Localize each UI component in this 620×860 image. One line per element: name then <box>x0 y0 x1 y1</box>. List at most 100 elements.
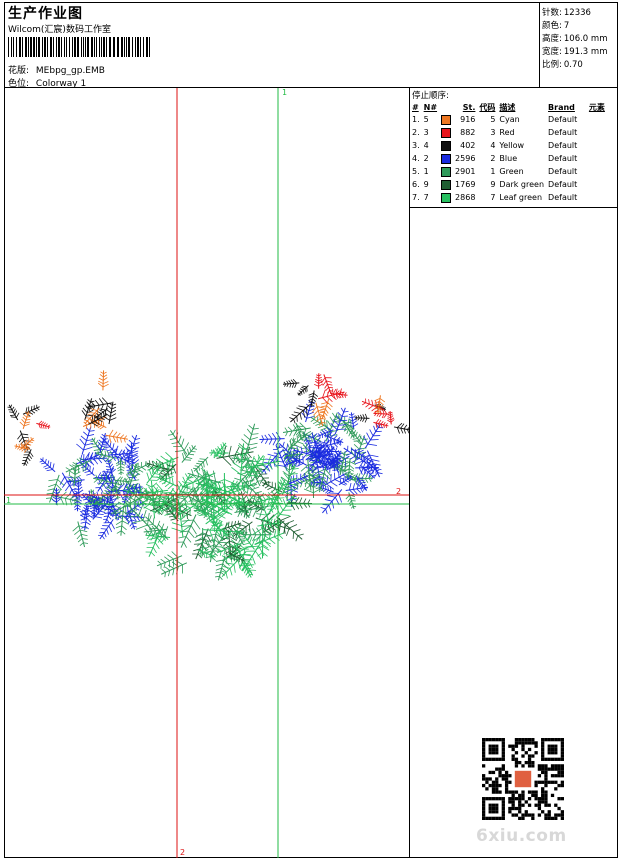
row-swatch <box>439 139 453 152</box>
stat-width: 宽度: 191.3 mm <box>542 47 608 57</box>
barcode <box>8 37 150 57</box>
color-swatch <box>441 192 452 203</box>
row-description: Green <box>499 167 524 176</box>
row-seq: 1. <box>412 115 420 124</box>
row-code: 3 <box>490 128 496 137</box>
col-brand: Brand <box>548 102 575 112</box>
row-seq: 6. <box>412 180 420 189</box>
studio-name: Wilcom(汇宸)数码工作室 <box>8 25 111 35</box>
row-swatch <box>439 178 453 191</box>
color-swatch <box>441 140 452 151</box>
row-needle: 3 <box>423 128 429 137</box>
legend-header-row: # N# St. 代码 描述 Brand 元素 <box>410 101 607 113</box>
row-brand: Default <box>548 180 578 189</box>
watermark: 6xiu.com <box>476 826 567 846</box>
legend-row: 4. 2 2596 2 Blue Default <box>410 152 607 165</box>
row-code: 5 <box>490 115 496 124</box>
row-swatch <box>439 191 453 204</box>
row-brand: Default <box>548 141 578 150</box>
color-swatch <box>441 166 452 177</box>
legend-row: 3. 4 402 4 Yellow Default <box>410 139 607 152</box>
row-description: Leaf green <box>499 193 543 202</box>
row-element <box>587 113 607 126</box>
col-seq: # <box>412 102 419 112</box>
row-description: Dark green <box>499 180 545 189</box>
row-description: Yellow <box>499 141 525 150</box>
design-file-row: 花版: MEbpg_gp.EMB <box>8 63 105 76</box>
row-needle: 7 <box>423 193 429 202</box>
legend-row: 1. 5 916 5 Cyan Default <box>410 113 607 126</box>
row-stitches: 2596 <box>455 154 476 163</box>
legend-row: 7. 7 2868 7 Leaf green Default <box>410 191 607 204</box>
row-code: 4 <box>490 141 496 150</box>
row-stitches: 882 <box>460 128 476 137</box>
qr-code <box>482 738 564 820</box>
col-needle: N# <box>423 102 438 112</box>
green-axis-label-left: 1 <box>6 496 11 505</box>
row-code: 7 <box>490 193 496 202</box>
row-stitches: 2868 <box>455 193 476 202</box>
row-brand: Default <box>548 167 578 176</box>
embroidery-design <box>7 370 409 581</box>
color-swatch <box>441 179 452 190</box>
row-description: Blue <box>499 154 518 163</box>
stop-sequence-title: 停止顺序: <box>412 91 449 101</box>
stat-height: 高度: 106.0 mm <box>542 34 608 44</box>
row-code: 1 <box>490 167 496 176</box>
color-swatch <box>441 127 452 138</box>
row-seq: 7. <box>412 193 420 202</box>
row-seq: 2. <box>412 128 420 137</box>
row-needle: 1 <box>423 167 429 176</box>
stat-colors: 颜色: 7 <box>542 21 570 31</box>
row-needle: 2 <box>423 154 429 163</box>
col-code: 代码 <box>479 102 496 112</box>
row-swatch <box>439 152 453 165</box>
design-file-label: 花版: <box>8 66 30 76</box>
row-seq: 4. <box>412 154 420 163</box>
embroidery-design-canvas: 1 1 2 2 <box>4 88 409 858</box>
row-stitches: 2901 <box>455 167 476 176</box>
legend-divider <box>409 207 618 208</box>
red-axis-label-right: 2 <box>396 487 401 496</box>
row-needle: 5 <box>423 115 429 124</box>
row-stitches: 402 <box>460 141 476 150</box>
row-element <box>587 126 607 139</box>
row-code: 9 <box>490 180 496 189</box>
row-needle: 4 <box>423 141 429 150</box>
row-element <box>587 191 607 204</box>
color-sequence-table: # N# St. 代码 描述 Brand 元素 1. 5 916 5 Cyan Defau… <box>410 101 607 204</box>
row-needle: 9 <box>423 180 429 189</box>
row-description: Red <box>499 128 515 137</box>
row-element <box>587 152 607 165</box>
legend-row: 2. 3 882 3 Red Default <box>410 126 607 139</box>
row-brand: Default <box>548 115 578 124</box>
row-element <box>587 165 607 178</box>
row-seq: 3. <box>412 141 420 150</box>
col-description: 描述 <box>499 102 516 112</box>
row-swatch <box>439 126 453 139</box>
row-stitches: 916 <box>460 115 476 124</box>
page-title: 生产作业图 <box>8 6 83 22</box>
color-swatch <box>441 153 452 164</box>
row-description: Cyan <box>499 115 520 124</box>
color-swatch <box>441 114 452 125</box>
legend-row: 5. 1 2901 1 Green Default <box>410 165 607 178</box>
red-axis-label-bottom: 2 <box>180 848 185 857</box>
col-swatch <box>439 101 453 113</box>
row-swatch <box>439 113 453 126</box>
row-swatch <box>439 165 453 178</box>
green-axis-label-top: 1 <box>282 88 287 97</box>
row-seq: 5. <box>412 167 420 176</box>
row-brand: Default <box>548 154 578 163</box>
col-stitches: St. <box>462 102 476 112</box>
row-element <box>587 139 607 152</box>
row-brand: Default <box>548 128 578 137</box>
legend-row: 6. 9 1769 9 Dark green Default <box>410 178 607 191</box>
row-brand: Default <box>548 193 578 202</box>
row-element <box>587 178 607 191</box>
design-file-name: MEbpg_gp.EMB <box>35 66 105 76</box>
stat-scale: 比例: 0.70 <box>542 60 583 70</box>
row-stitches: 1769 <box>455 180 476 189</box>
stat-stitches: 针数: 12336 <box>542 8 591 18</box>
row-code: 2 <box>490 154 496 163</box>
